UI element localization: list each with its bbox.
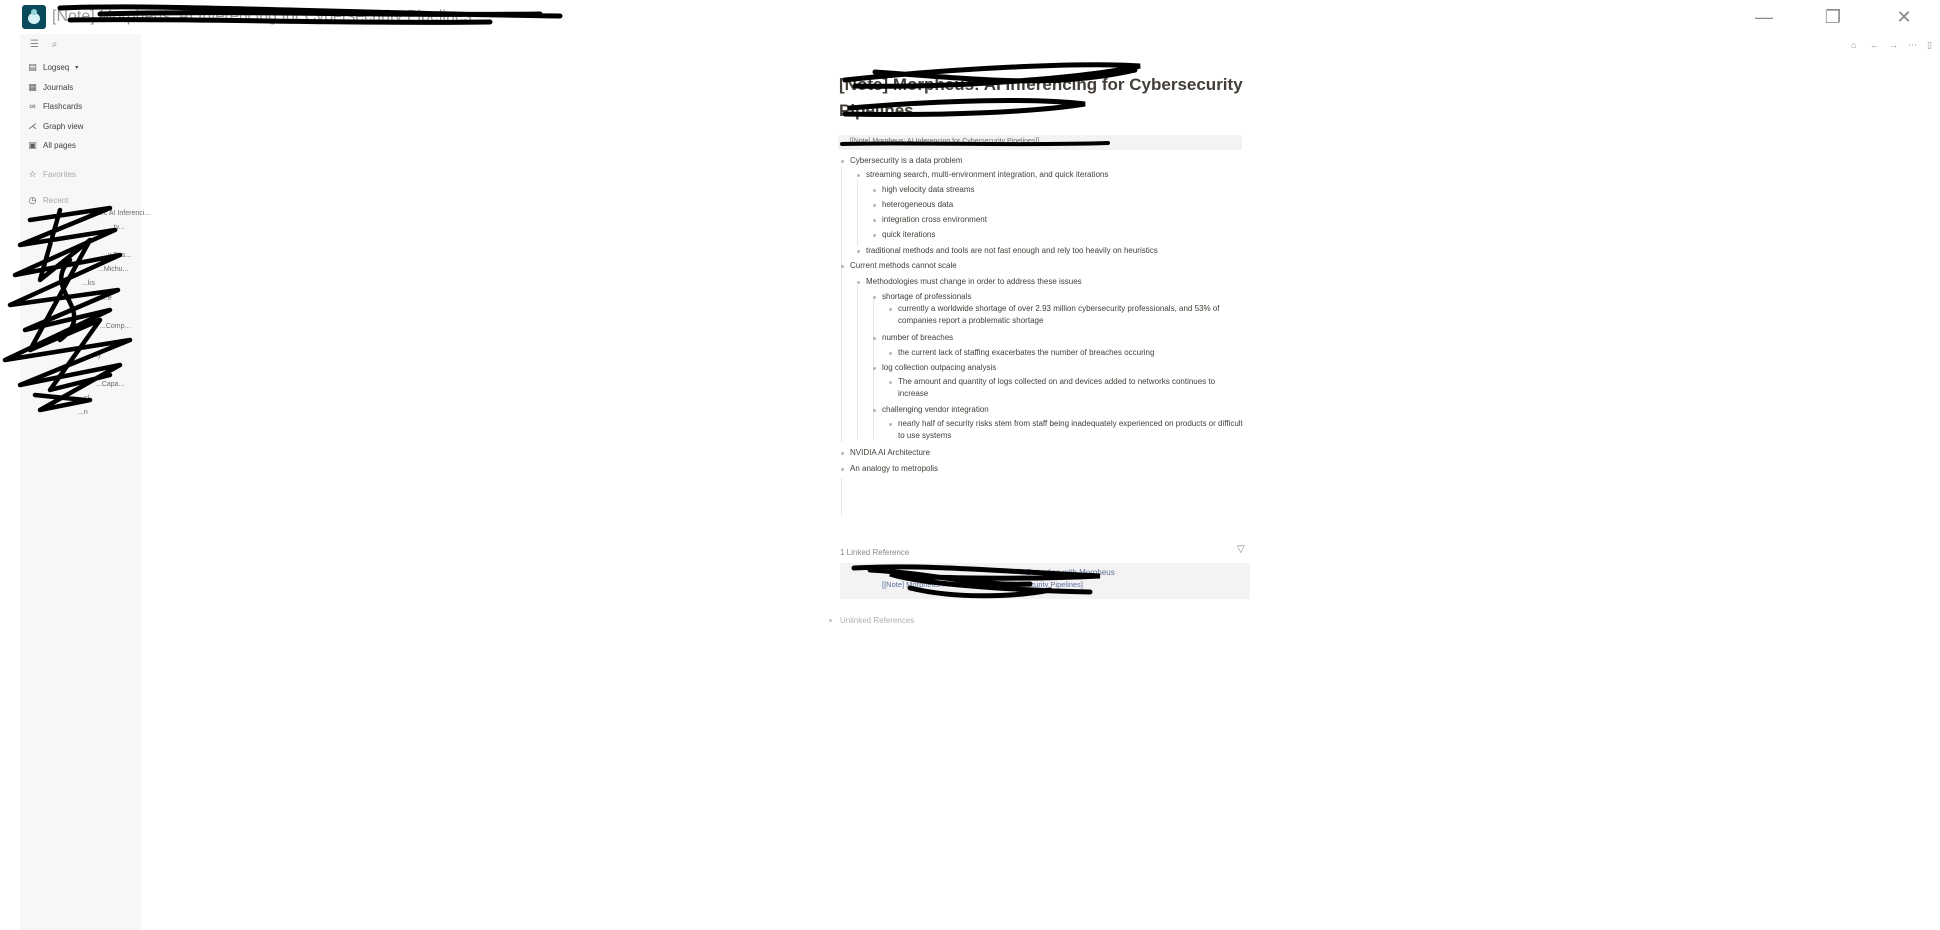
recent-item[interactable]: ...e [102,295,112,302]
more-icon[interactable]: ⋯ [1908,40,1917,51]
logseq-app-icon [22,5,46,29]
favorites-label: Favorites [43,169,76,179]
block-item[interactable]: Cybersecurity is a data problem [841,155,963,167]
block-item[interactable]: heterogeneous data [872,199,953,211]
calendar-icon: ▦ [28,81,37,92]
block-item[interactable]: high velocity data streams [873,184,975,196]
block-item[interactable]: traditional methods and tools are not fa… [857,245,1158,257]
graph-selector[interactable]: ▤ Logseq ▾ [28,60,78,74]
pages-icon: ▣ [28,139,37,150]
block-item[interactable]: streaming search, multi-environment inte… [856,169,1108,181]
recent-item[interactable]: ...y Bes... [102,252,131,259]
recent-item[interactable]: ...n [78,409,88,416]
linked-reference-card: ...Detection with Morpheus [[Note] Morph… [840,563,1250,599]
block-item[interactable]: quick iterations [872,229,935,241]
sidebar-item-flashcards[interactable]: ∞ Flashcards [28,99,82,113]
recent-item[interactable]: ...Capa... [96,381,124,388]
title-bar: [Note] Morpheus: AI Inferencing for Cybe… [0,0,1940,34]
sidebar-item-graph-view[interactable]: ⋌ Graph view [28,119,83,133]
linked-reference-block[interactable]: [[Note] Morpheus: AI Inferencing for Cyb… [882,580,1083,589]
sidebar-item-journals[interactable]: ▦ Journals [28,80,73,94]
right-sidebar-toggle-icon[interactable]: ▯ [1927,40,1932,51]
forward-icon[interactable]: → [1889,40,1898,50]
sidebar-item-all-pages[interactable]: ▣ All pages [28,138,76,152]
star-icon: ☆ [28,168,37,179]
indent-guide [841,166,842,442]
recent-item[interactable]: ...ks [82,280,95,287]
recent-item[interactable]: ...Comp... [100,323,130,330]
recent-item[interactable]: ...ty... [108,224,125,231]
block-item[interactable]: integration cross environment [873,214,987,226]
history-icon: ◷ [28,194,37,205]
minimize-button[interactable]: — [1753,6,1775,28]
indent-guide [857,180,858,246]
recent-label: Recent [43,195,69,205]
block-item[interactable]: An analogy to metropolis [840,463,938,475]
sidebar-item-label: Flashcards [43,101,83,111]
block-item[interactable]: shortage of professionals [872,291,971,303]
linked-reference-page-link[interactable]: ...Detection with Morpheus [1020,568,1115,577]
graph-name: Logseq [43,62,70,72]
block-item[interactable]: nearly half of security risks stem from … [889,418,1243,442]
recent-item[interactable]: ...ol [78,395,89,402]
database-icon: ▤ [28,61,37,72]
close-button[interactable]: ✕ [1893,6,1915,28]
block-item[interactable]: The amount and quantity of logs collecte… [889,376,1243,400]
restore-button[interactable]: ❐ [1822,6,1844,28]
linked-references-header[interactable]: 1 Linked Reference [840,548,909,557]
sidebar-item-label: All pages [43,140,76,150]
recent-item[interactable]: ...ty [90,352,101,359]
block-item[interactable]: Methodologies must change in order to ad… [857,276,1082,288]
page-title[interactable]: [Note] Morpheus: AI Inferencing for Cybe… [839,72,1259,124]
left-sidebar: ☰ ⌕ ▤ Logseq ▾ ▦ Journals ∞ Flashcards ⋌… [20,34,150,930]
block-item[interactable]: NVIDIA AI Architecture [840,447,930,459]
home-icon[interactable]: ⌂ [1851,40,1856,50]
block-item[interactable]: currently a worldwide shortage of over 2… [889,303,1243,327]
filter-icon[interactable]: ▽ [1237,544,1245,555]
favorites-header[interactable]: ☆ Favorites [28,167,76,181]
sidebar-item-label: Journals [43,82,74,92]
graph-icon: ⋌ [28,120,37,131]
chevron-down-icon: ▾ [75,64,79,71]
infinity-icon: ∞ [29,100,36,111]
block-item[interactable]: number of breaches [872,332,953,344]
recent-item[interactable]: ...c AI Inferenci... [98,210,150,217]
window-title: [Note] Morpheus: AI Inferencing for Cybe… [52,8,472,25]
indent-guide [841,478,842,516]
recent-header[interactable]: ◷ Recent [28,193,69,207]
unlinked-references-toggle[interactable]: Unlinked References [828,616,914,625]
block-item[interactable]: challenging vendor integration [873,404,989,416]
menu-icon[interactable]: ☰ [30,39,39,50]
block-item[interactable]: Current methods cannot scale [841,260,957,272]
block-item[interactable]: the current lack of staffing exacerbates… [888,347,1154,359]
block-item[interactable]: log collection outpacing analysis [872,362,996,374]
recent-item[interactable]: ...Michu... [98,266,128,273]
search-icon[interactable]: ⌕ [52,39,58,50]
page-properties-block[interactable]: ...[[Note] Morpheus: AI Inferencing for … [838,135,1242,150]
back-icon[interactable]: ← [1870,40,1879,50]
indent-guide [857,285,858,439]
sidebar-item-label: Graph view [43,121,84,131]
